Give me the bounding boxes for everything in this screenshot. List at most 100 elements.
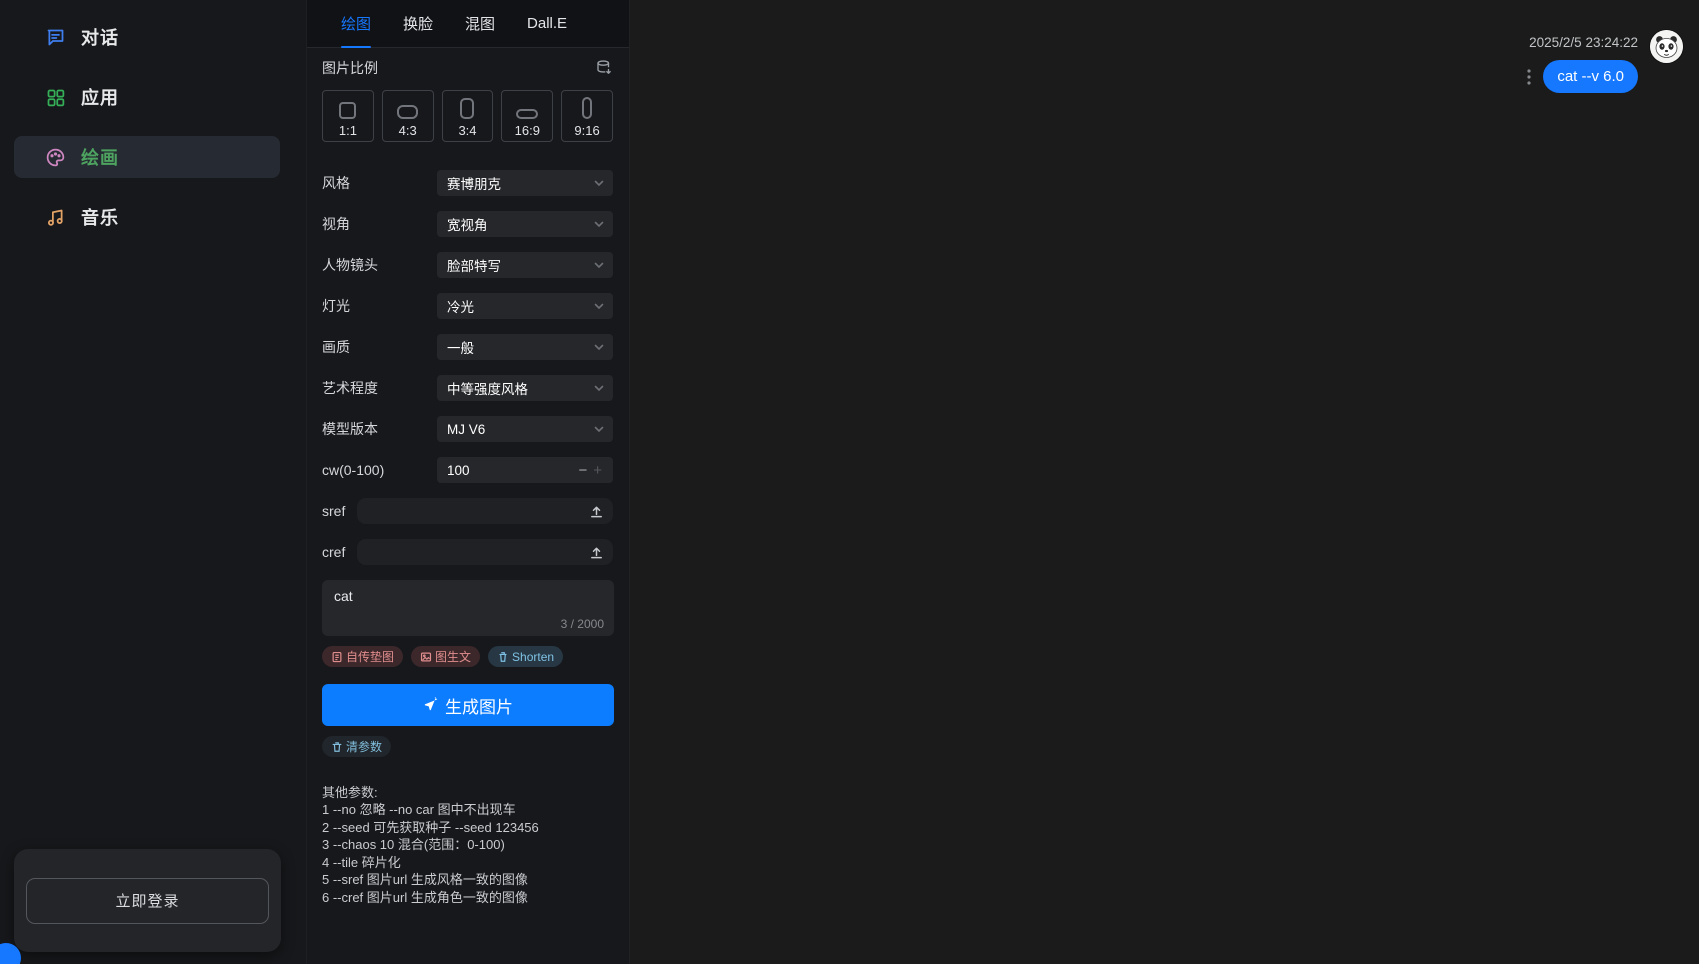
minus-button[interactable]: −	[575, 463, 590, 478]
trash-icon	[331, 741, 343, 753]
select-value: 宽视角	[447, 214, 593, 234]
shorten-icon	[497, 651, 509, 663]
sidebar-item-label: 应用	[81, 84, 119, 110]
cw-value: 100	[447, 463, 575, 478]
chevron-down-icon	[593, 177, 605, 189]
ratio-options: 1:1 4:3 3:4 16:9 9:16	[322, 90, 613, 142]
cw-input[interactable]: 100 − +	[437, 457, 613, 483]
chat-bubble-icon	[45, 27, 66, 48]
message-row: cat --v 6.0	[1527, 60, 1638, 93]
style-select[interactable]: 赛博朋克	[437, 170, 613, 196]
chevron-down-icon	[593, 382, 605, 394]
prompt-tag-row: 自传垫图 图生文 Shorten	[322, 646, 613, 667]
tab-miximage[interactable]: 混图	[465, 0, 495, 48]
chevron-down-icon	[593, 423, 605, 435]
plus-button[interactable]: +	[590, 463, 605, 478]
sidebar-item-music[interactable]: 音乐	[14, 196, 280, 238]
chevron-down-icon	[593, 218, 605, 230]
field-label: 人物镜头	[322, 255, 378, 275]
field-label: 视角	[322, 214, 350, 234]
ratio-option-3-4[interactable]: 3:4	[442, 90, 494, 142]
model-version-select[interactable]: MJ V6	[437, 416, 613, 442]
ratio-label: 4:3	[399, 123, 417, 138]
ratio-option-16-9[interactable]: 16:9	[501, 90, 553, 142]
avatar[interactable]	[1650, 30, 1683, 63]
shorten-tag[interactable]: Shorten	[488, 646, 563, 667]
image-to-text-tag[interactable]: 图生文	[411, 646, 480, 667]
tips-line-1: 1 --no 忽略 --no car 图中不出现车	[322, 801, 613, 819]
tag-label: 图生文	[435, 648, 471, 665]
ratio-section-label: 图片比例	[322, 58, 378, 78]
panda-avatar-icon	[1650, 30, 1683, 63]
tips-line-6: 6 --cref 图片url 生成角色一致的图像	[322, 889, 613, 907]
pad-image-tag[interactable]: 自传垫图	[322, 646, 403, 667]
draw-settings-panel: 绘图 换脸 混图 Dall.E 图片比例 1:1	[307, 0, 630, 964]
ratio-label: 16:9	[515, 123, 540, 138]
field-row-shot: 人物镜头 脸部特写	[322, 252, 613, 278]
field-row-sref: sref	[322, 498, 613, 524]
tips-line-3: 3 --chaos 10 混合(范围：0-100)	[322, 836, 613, 854]
clear-params-row: 清参数	[322, 736, 613, 758]
field-label: 模型版本	[322, 419, 378, 439]
panel-body: 图片比例 1:1 4:3 3:	[307, 48, 629, 964]
field-row-cref: cref	[322, 539, 613, 565]
login-card: 立即登录	[14, 849, 281, 952]
cref-input[interactable]	[357, 539, 613, 565]
panel-tabbar: 绘图 换脸 混图 Dall.E	[307, 0, 629, 48]
tab-dalle[interactable]: Dall.E	[527, 0, 567, 48]
sidebar-item-draw[interactable]: 绘画	[14, 136, 280, 178]
tab-faceswap[interactable]: 换脸	[403, 0, 433, 48]
select-value: 中等强度风格	[447, 378, 593, 398]
ratio-section-header: 图片比例	[322, 58, 613, 78]
clear-params-button[interactable]: 清参数	[322, 736, 391, 757]
ratio-label: 3:4	[458, 123, 476, 138]
user-message-bubble[interactable]: cat --v 6.0	[1543, 60, 1638, 93]
field-label: 艺术程度	[322, 378, 378, 398]
portrait-shape-icon	[460, 98, 474, 119]
field-row-cw: cw(0-100) 100 − +	[322, 457, 613, 483]
generate-image-button[interactable]: 生成图片	[322, 684, 614, 726]
sref-input[interactable]	[357, 498, 613, 524]
ratio-label: 1:1	[339, 123, 357, 138]
field-label: cw(0-100)	[322, 462, 384, 478]
select-value: 一般	[447, 337, 593, 357]
tab-draw[interactable]: 绘图	[341, 0, 371, 48]
tips-title: 其他参数:	[322, 784, 613, 802]
field-row-stylize: 艺术程度 中等强度风格	[322, 375, 613, 401]
field-row-view: 视角 宽视角	[322, 211, 613, 237]
view-angle-select[interactable]: 宽视角	[437, 211, 613, 237]
field-label: 画质	[322, 337, 350, 357]
ratio-option-4-3[interactable]: 4:3	[382, 90, 434, 142]
upload-icon[interactable]	[589, 504, 604, 519]
field-row-model: 模型版本 MJ V6	[322, 416, 613, 442]
stylize-select[interactable]: 中等强度风格	[437, 375, 613, 401]
sidebar-item-apps[interactable]: 应用	[14, 76, 280, 118]
quality-select[interactable]: 一般	[437, 334, 613, 360]
chat-message-column: 2025/2/5 23:24:22 cat --v 6.0	[1527, 30, 1638, 93]
field-label: 灯光	[322, 296, 350, 316]
chevron-down-icon	[593, 341, 605, 353]
landscape-shape-icon	[397, 105, 418, 119]
ratio-option-9-16[interactable]: 9:16	[561, 90, 613, 142]
ratio-option-1-1[interactable]: 1:1	[322, 90, 374, 142]
prompt-value: cat	[334, 588, 602, 604]
select-value: 冷光	[447, 296, 593, 316]
select-value: 赛博朋克	[447, 173, 593, 193]
tips-line-5: 5 --sref 图片url 生成风格一致的图像	[322, 871, 613, 889]
sidebar-item-chat[interactable]: 对话	[14, 16, 280, 58]
history-database-icon[interactable]	[595, 59, 613, 77]
message-menu-icon[interactable]	[1527, 69, 1531, 85]
wide-shape-icon	[516, 109, 538, 119]
login-button[interactable]: 立即登录	[26, 878, 269, 924]
apps-grid-icon	[45, 87, 66, 108]
upload-icon[interactable]	[589, 545, 604, 560]
chat-message-group: 2025/2/5 23:24:22 cat --v 6.0	[630, 30, 1683, 93]
ratio-label: 9:16	[574, 123, 599, 138]
palette-icon	[45, 147, 66, 168]
field-row-light: 灯光 冷光	[322, 293, 613, 319]
chevron-down-icon	[593, 300, 605, 312]
prompt-input[interactable]: cat 3 / 2000	[322, 580, 614, 636]
square-shape-icon	[339, 102, 356, 119]
character-shot-select[interactable]: 脸部特写	[437, 252, 613, 278]
lighting-select[interactable]: 冷光	[437, 293, 613, 319]
